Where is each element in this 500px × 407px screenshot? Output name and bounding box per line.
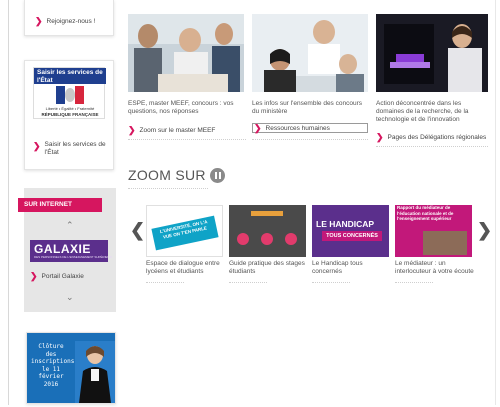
divider (128, 188, 208, 189)
services-banner: Saisir les services de l'État Liberté • … (33, 67, 106, 119)
chevron-right-icon: ❯ (254, 122, 262, 133)
news-photo-research[interactable] (376, 14, 488, 92)
zoom-caption-2: Guide pratique des stages étudiants (229, 260, 305, 275)
mediator-photo (423, 231, 467, 255)
chevron-right-icon: ❯ (35, 16, 43, 26)
internet-panel: SUR INTERNET ⌃ GALAXIE DES PERSONNELS DE… (18, 188, 116, 312)
carousel-next-icon[interactable]: ❯ (477, 220, 492, 241)
guide-icon (261, 233, 273, 245)
join-link[interactable]: ❯ Rejoignez-nous ! (35, 16, 95, 27)
divider (376, 146, 488, 147)
inscriptions-poster[interactable]: Clôture des inscriptions le 11 février 2… (26, 332, 116, 404)
guide-icon (237, 233, 249, 245)
galaxie-link[interactable]: ❯ Portail Galaxie (30, 271, 84, 282)
divider (395, 282, 433, 283)
chevron-right-icon: ❯ (33, 141, 41, 151)
zoom-caption-1: Espace de dialogue entre lycéens et étud… (146, 260, 220, 275)
services-banner-republic: RÉPUBLIQUE FRANÇAISE (41, 112, 99, 117)
guide-icon (285, 233, 297, 245)
news-caption-1: ESPE, master MEEF, concours : vos questi… (128, 100, 234, 115)
zoom-thumb-4[interactable]: Rapport du médiateur de l'éducation nati… (395, 205, 472, 257)
services-card[interactable]: Saisir les services de l'État Liberté • … (24, 60, 114, 170)
news-photo-students[interactable] (128, 14, 244, 92)
services-banner-motto: Liberté • Égalité • Fraternité (45, 106, 95, 111)
divider (312, 282, 350, 283)
zoom-thumb-3[interactable]: LE HANDICAP TOUS CONCERNÉS (312, 205, 389, 257)
divider (128, 139, 246, 140)
news-link-1[interactable]: ❯ Zoom sur le master MEEF (128, 125, 215, 136)
zoom-caption-3: Le Handicap tous concernés (312, 260, 363, 275)
news-link-2[interactable]: ❯ Ressources humaines (252, 123, 368, 133)
chevron-up-icon[interactable]: ⌃ (66, 220, 74, 231)
chevron-right-icon: ❯ (30, 271, 38, 281)
divider (229, 282, 267, 283)
zoom-caption-4: Le médiateur : un interlocuteur à votre … (395, 260, 474, 275)
poster-text: Clôture des inscriptions le 11 février 2… (31, 343, 75, 388)
official-portrait-image (75, 341, 115, 403)
zoom-thumb-2[interactable] (229, 205, 306, 257)
chevron-down-icon[interactable]: ⌄ (66, 292, 74, 303)
news-caption-3: Action déconcentrée dans les domaines de… (376, 100, 469, 123)
galaxie-logo[interactable]: GALAXIE DES PERSONNELS DE L'ENSEIGNEMENT… (30, 240, 112, 262)
marianne-flag-icon (56, 86, 84, 104)
carousel-prev-icon[interactable]: ❮ (130, 220, 145, 241)
zoom-title: ZOOM SUR (128, 167, 206, 183)
internet-header: SUR INTERNET (18, 198, 102, 212)
services-link[interactable]: ❯ Saisir les services de l'État (33, 141, 111, 157)
chevron-right-icon: ❯ (128, 125, 136, 135)
divider (252, 139, 368, 140)
zoom-thumb-1[interactable]: L'UNIVERSITÉ, ON L'A VUE ON T'EN PARLE (146, 205, 223, 257)
news-caption-2: Les infos sur l'ensemble des concours du… (252, 100, 362, 115)
divider (146, 282, 184, 283)
services-banner-title: Saisir les services de l'État (34, 68, 106, 84)
news-link-3[interactable]: ❯ Pages des Délégations régionales (376, 132, 486, 143)
news-photo-hr[interactable] (252, 14, 368, 92)
pause-icon[interactable] (210, 168, 225, 183)
join-card[interactable]: ❯ Rejoignez-nous ! (24, 0, 114, 36)
chevron-right-icon: ❯ (376, 132, 384, 142)
